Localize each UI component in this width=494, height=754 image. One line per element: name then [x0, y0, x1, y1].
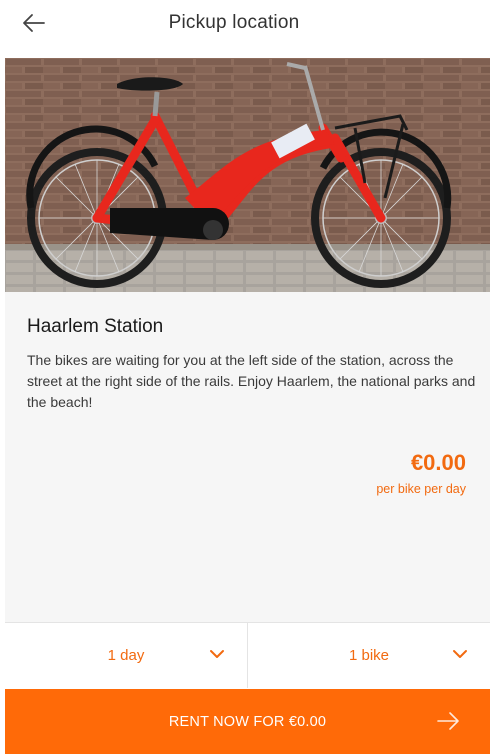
duration-select[interactable]: 1 day: [5, 623, 247, 688]
arrow-right-icon: [437, 712, 459, 730]
location-details: Haarlem Station The bikes are waiting fo…: [5, 292, 490, 622]
rental-selectors: 1 day 1 bike: [5, 622, 490, 688]
arrow-left-icon: [23, 14, 45, 32]
header: Pickup location: [0, 0, 494, 46]
duration-value: 1 day: [107, 647, 145, 664]
rent-now-button[interactable]: RENT NOW FOR €0.00: [5, 689, 490, 754]
bike-count-value: 1 bike: [348, 647, 390, 664]
bike-photo: [5, 58, 490, 292]
bike-image: [5, 58, 490, 292]
rent-now-label: RENT NOW FOR €0.00: [168, 713, 327, 730]
chevron-down-icon: [453, 650, 467, 658]
page-title: Pickup location: [168, 12, 300, 33]
app-screen: Pickup location Haarlem Station The bike…: [0, 0, 494, 754]
bike-count-select[interactable]: 1 bike: [247, 623, 490, 688]
price-value: €0.00: [410, 450, 466, 475]
station-description: The bikes are waiting for you at the lef…: [27, 352, 476, 410]
back-button[interactable]: [22, 6, 62, 40]
chevron-down-icon: [210, 650, 224, 658]
price-unit: per bike per day: [376, 482, 466, 496]
station-name: Haarlem Station: [27, 316, 164, 337]
